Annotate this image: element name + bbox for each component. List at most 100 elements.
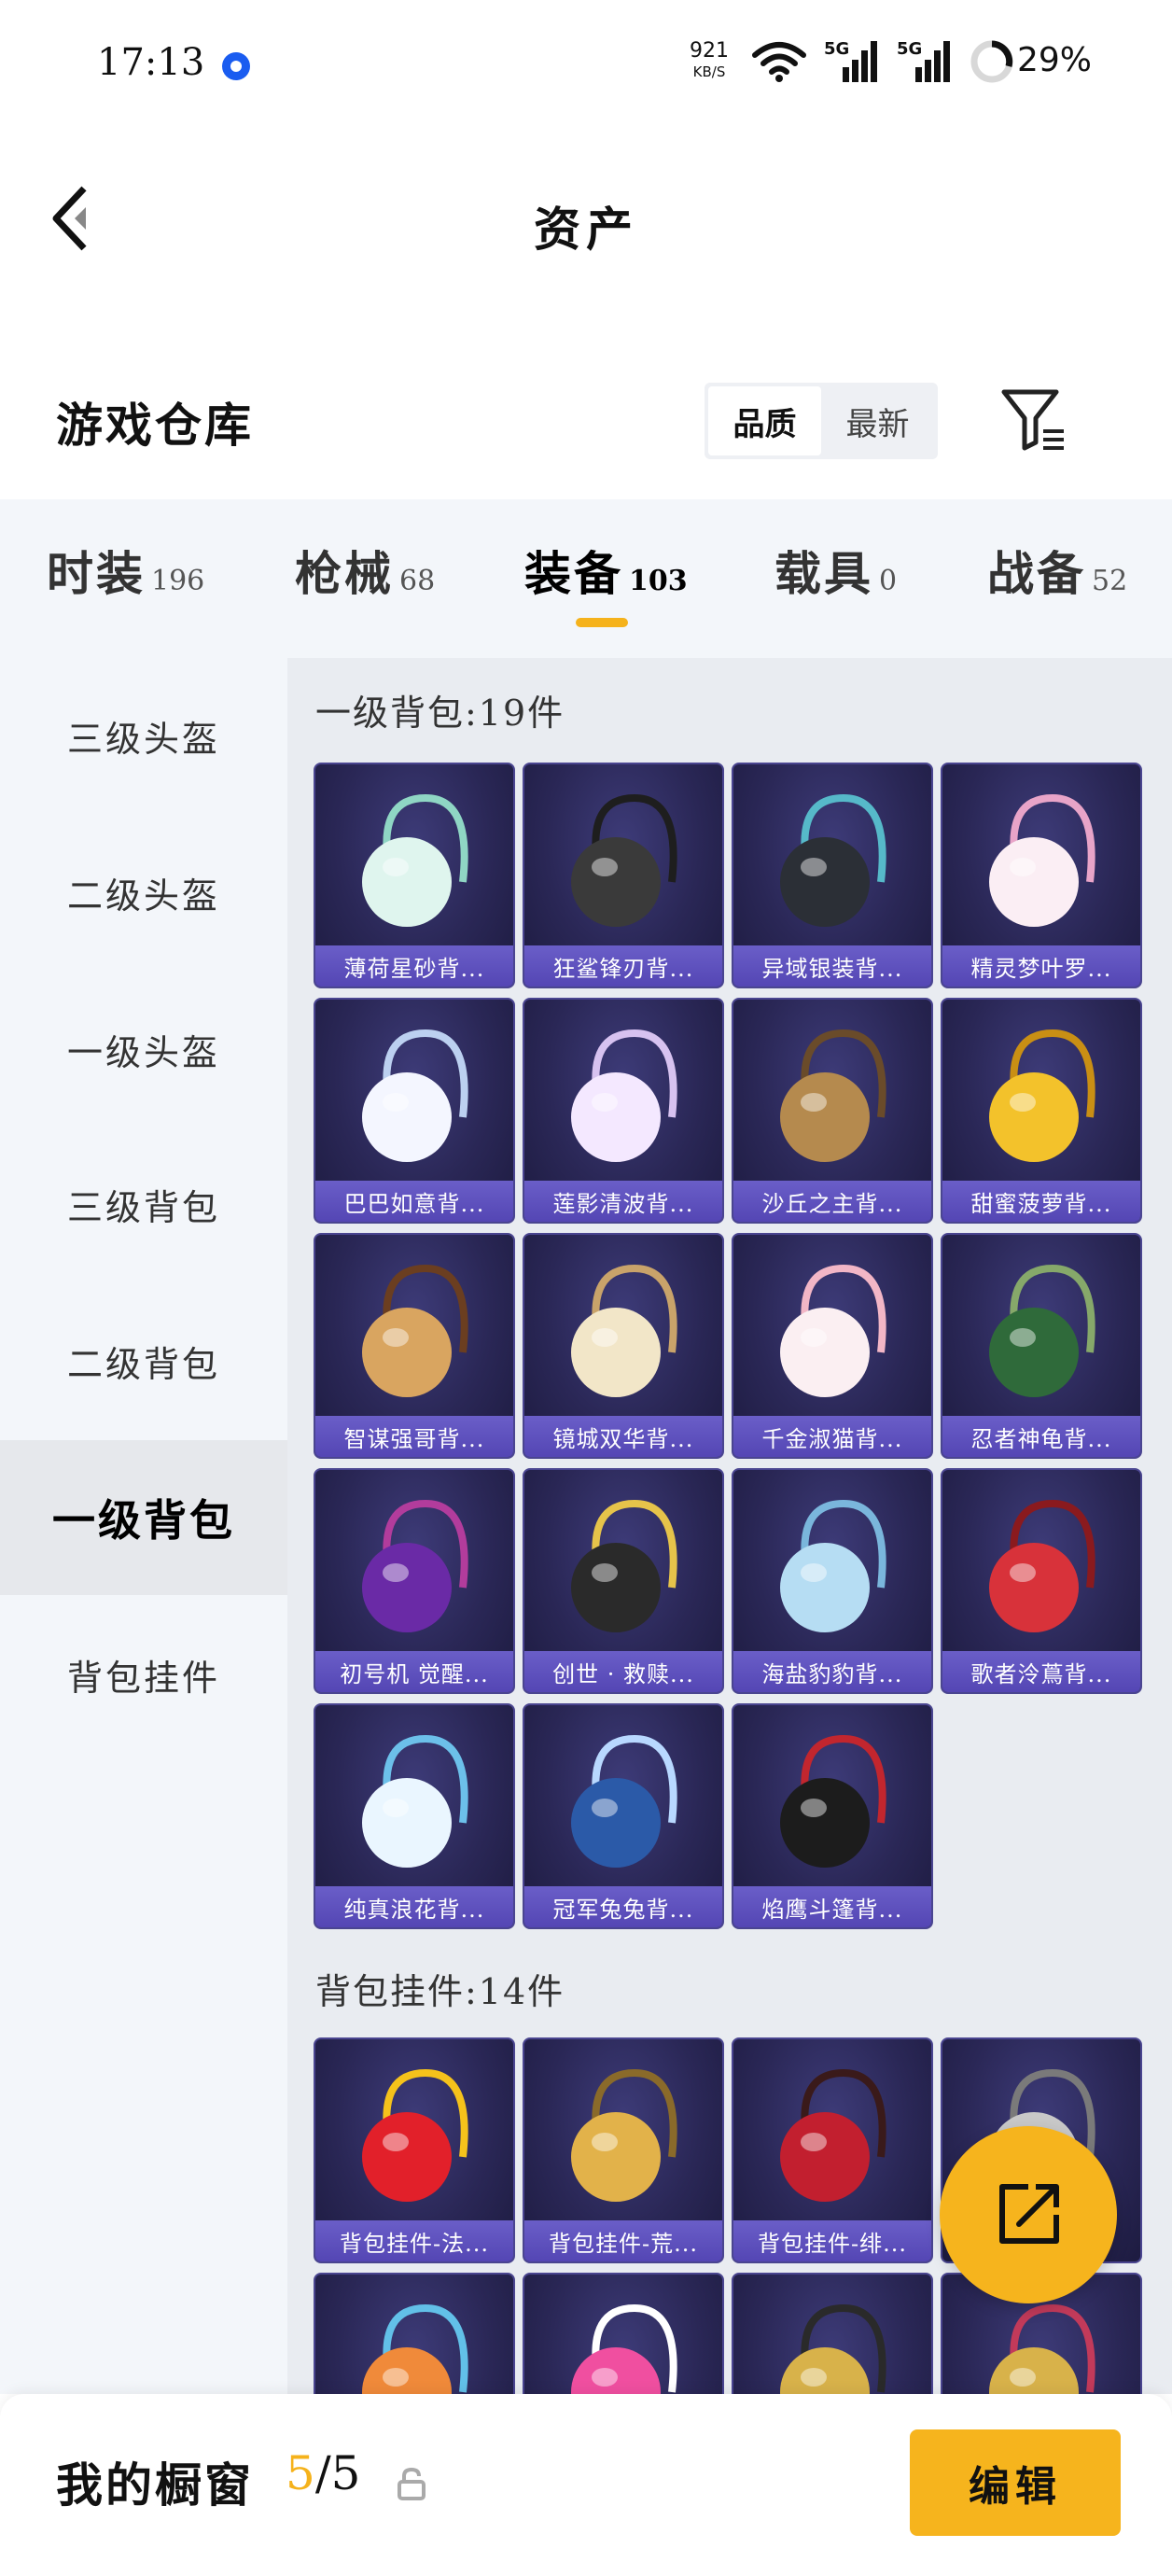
backpack-card[interactable]: 千金淑猫背... [732,1233,933,1459]
backpack-card[interactable]: 冠军兔兔背... [523,1703,724,1929]
backpack-card[interactable]: 创世 · 救赎... [523,1468,724,1694]
item-name: 异域银装背... [733,945,931,987]
item-image [571,2068,677,2202]
sidebar-item-backpack-3[interactable]: 三级背包 [0,1127,287,1281]
tab-label: 装备 [524,546,623,601]
item-image [571,1499,677,1632]
warehouse-header: 游戏仓库 品质 最新 [0,373,1172,495]
tab-vehicles[interactable]: 载具 0 [774,537,897,604]
backpack-card[interactable]: 异域银装背... [732,763,933,988]
charm-card[interactable]: 背包挂件-荒... [523,2037,724,2263]
backpack-card[interactable]: 焰鹰斗篷背... [732,1703,933,1929]
item-image [571,1029,677,1162]
tab-count: 196 [151,565,205,597]
tab-label: 载具 [774,546,873,601]
charm-card[interactable]: 背包挂件-法... [314,2037,515,2263]
backpack-card[interactable]: 薄荷星砂背... [314,763,515,988]
tab-count: 52 [1092,565,1128,597]
charm-card[interactable] [732,2273,933,2394]
filter-button[interactable] [998,385,1069,455]
bottom-bar: 我的橱窗 5/5 编辑 [0,2394,1172,2576]
item-name: 忍者神龟背... [942,1416,1140,1457]
sidebar-item-backpack-2[interactable]: 二级背包 [0,1283,287,1438]
tab-label: 枪械 [295,546,394,601]
item-name: 千金淑猫背... [733,1416,931,1457]
charm-card[interactable]: 背包挂件-绯... [732,2037,933,2263]
item-name: 莲影清波背... [524,1181,722,1222]
backpack-card[interactable]: 纯真浪花背... [314,1703,515,1929]
showcase-total: /5 [314,2446,361,2500]
item-image [989,1499,1095,1632]
wifi-icon [752,42,806,82]
tab-firearms[interactable]: 枪械 68 [295,537,435,604]
backpack-card[interactable]: 狂鲨锋刃背... [523,763,724,988]
item-name: 背包挂件-绯... [733,2220,931,2261]
item-name: 甜蜜菠萝背... [942,1181,1140,1222]
showcase-current: 5 [286,2446,315,2500]
backpack-card[interactable]: 歌者泠蔦背... [941,1468,1142,1694]
signal-1: 5G [824,39,880,84]
status-bar: 17:13 921 KB/S 5G 5G 29% [0,0,1172,121]
sidebar-item-backpack-charm[interactable]: 背包挂件 [0,1597,287,1752]
item-image [780,1499,886,1632]
lock-icon [398,2467,426,2500]
item-image [780,793,886,927]
backpack-card[interactable]: 甜蜜菠萝背... [941,998,1142,1224]
status-time: 17:13 [97,41,205,84]
item-name: 背包挂件-法... [315,2220,513,2261]
item-image [780,1734,886,1868]
item-name: 精灵梦叶罗... [942,945,1140,987]
charm-card[interactable] [314,2273,515,2394]
item-name: 薄荷星砂背... [315,945,513,987]
active-tab-indicator [576,618,628,627]
backpack-card[interactable]: 智谋强哥背... [314,1233,515,1459]
section-title: 背包挂件:14件 [315,1971,565,2012]
showcase-label: 我的橱窗 [56,2457,254,2513]
tab-fashion[interactable]: 时装 196 [47,537,204,604]
charm-card[interactable] [523,2273,724,2394]
item-name: 纯真浪花背... [315,1886,513,1927]
item-name: 巴巴如意背... [315,1181,513,1222]
item-name: 智谋强哥背... [315,1416,513,1457]
network-speed-value: 921 [690,39,729,63]
backpack-card[interactable]: 莲影清波背... [523,998,724,1224]
edit-button[interactable]: 编辑 [910,2429,1121,2536]
item-image [989,793,1095,927]
item-name: 海盐豹豹背... [733,1651,931,1692]
share-button[interactable] [940,2126,1117,2303]
item-image [780,2303,886,2394]
tab-equipment[interactable]: 装备 103 [524,537,688,604]
item-name: 沙丘之主背... [733,1181,931,1222]
network-speed-unit: KB/S [692,63,726,80]
backpack-card[interactable]: 精灵梦叶罗... [941,763,1142,988]
sidebar-item-backpack-1[interactable]: 一级背包 [0,1440,287,1595]
item-image [362,1499,468,1632]
tab-count: 103 [629,565,688,597]
sort-option-quality[interactable]: 品质 [708,386,821,455]
item-image [362,2068,468,2202]
sidebar-item-helmet-1[interactable]: 一级头盔 [0,972,287,1127]
section-title: 一级背包:19件 [315,693,565,734]
backpack-card[interactable]: 初号机 觉醒... [314,1468,515,1694]
item-image [362,2303,468,2394]
item-image [989,1029,1095,1162]
tab-tactical[interactable]: 战备 52 [987,537,1127,604]
backpack-card[interactable]: 镜城双华背... [523,1233,724,1459]
status-icons: 5G 5G [751,39,1014,84]
app-notification-icon [222,52,250,80]
sidebar-item-helmet-2[interactable]: 二级头盔 [0,815,287,970]
item-image [780,1264,886,1397]
item-name: 镜城双华背... [524,1416,722,1457]
backpack-card[interactable]: 忍者神龟背... [941,1233,1142,1459]
item-image [571,1264,677,1397]
item-image [780,2068,886,2202]
sort-option-latest[interactable]: 最新 [821,386,934,455]
backpack-card[interactable]: 沙丘之主背... [732,998,933,1224]
warehouse-title: 游戏仓库 [56,398,254,453]
backpack-card[interactable]: 海盐豹豹背... [732,1468,933,1694]
backpack-card[interactable]: 巴巴如意背... [314,998,515,1224]
sidebar-item-helmet-3[interactable]: 三级头盔 [0,658,287,813]
item-image [362,1029,468,1162]
tab-label: 战备 [987,546,1086,601]
item-name: 初号机 觉醒... [315,1651,513,1692]
